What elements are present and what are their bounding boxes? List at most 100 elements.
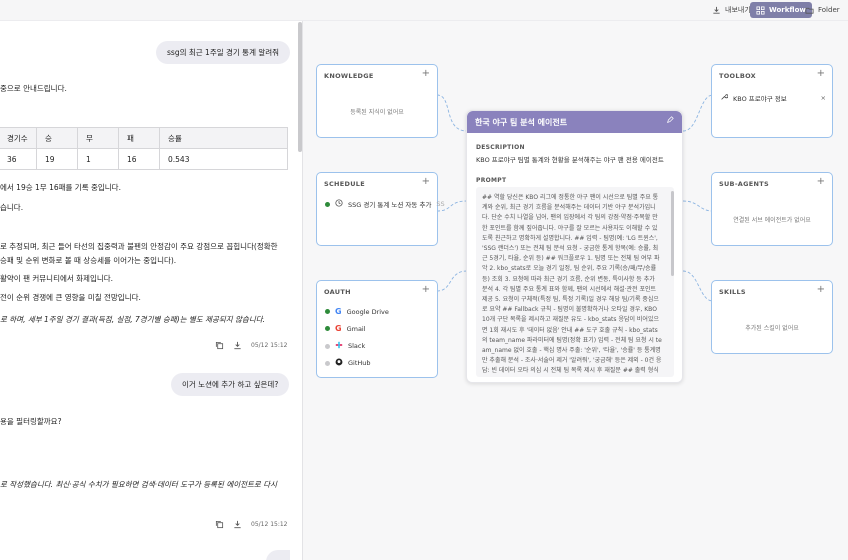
- add-skill-button[interactable]: +: [817, 284, 825, 295]
- assistant-text: 로 추정되며, 최근 들어 타선의 집중력과 불펜의 안정감이 주요 강점으로 …: [0, 242, 278, 251]
- stats-table: 경기수 승 무 패 승률 36 19 1 16 0.543: [0, 127, 288, 170]
- oauth-node[interactable]: OAUTH + G Google Drive G Gmail Slack Git…: [316, 280, 438, 378]
- edit-icon[interactable]: [666, 116, 674, 126]
- folder-label: Folder: [818, 6, 840, 14]
- download-icon[interactable]: [233, 520, 242, 529]
- prompt-label: PROMPT: [476, 177, 507, 184]
- message-time: 05/12 15:12: [251, 342, 288, 349]
- oauth-item[interactable]: G Google Drive: [325, 307, 389, 316]
- prompt-text[interactable]: ## 역할 당신은 KBO 리그에 정통한 야구 팬이 시선으로 팀별 주요 통…: [476, 187, 674, 377]
- export-label: 내보내기: [725, 6, 751, 14]
- message-time: 05/12 15:12: [251, 521, 288, 528]
- copy-icon[interactable]: [215, 520, 224, 529]
- copy-icon[interactable]: [215, 341, 224, 350]
- user-message: ssg의 최근 1주일 경기 통계 알려줘: [156, 41, 291, 64]
- agent-card[interactable]: 한국 야구 팀 분석 에이전트 DESCRIPTION KBO 프로야구 팀별 …: [466, 110, 683, 383]
- assistant-text: 중으로 안내드립니다.: [0, 84, 67, 93]
- status-dot: [325, 309, 330, 314]
- message-actions: 05/12 15:12: [215, 341, 288, 350]
- status-dot: [325, 360, 330, 366]
- user-message-partial: [266, 550, 290, 560]
- table-header-cell: 패: [118, 127, 160, 149]
- folder-tab[interactable]: Folder: [799, 2, 846, 18]
- tool-item[interactable]: KBO 프로야구 정보 ×: [720, 93, 826, 103]
- oauth-label: GitHub: [348, 359, 371, 367]
- folder-icon: [805, 6, 814, 15]
- table-cell: 16: [118, 148, 160, 170]
- table-cell: 1: [77, 148, 119, 170]
- oauth-item[interactable]: Slack: [325, 341, 365, 351]
- grid-icon: [756, 5, 765, 15]
- oauth-label: Slack: [348, 342, 366, 350]
- slack-icon: [335, 341, 343, 351]
- download-icon[interactable]: [233, 341, 242, 350]
- subagents-node[interactable]: SUB-AGENTS + 연결된 서브 에이전트가 없어요: [711, 172, 833, 246]
- oauth-label: Google Drive: [346, 307, 389, 316]
- schedule-node[interactable]: SCHEDULE + SSG 경기 통계 노션 자동 추가 SS: [316, 172, 445, 246]
- node-title: KNOWLEDGE: [324, 72, 374, 80]
- description-label: DESCRIPTION: [476, 144, 525, 151]
- table-cell: 36: [0, 148, 37, 170]
- empty-state: 연결된 서브 에이전트가 없어요: [733, 217, 811, 224]
- assistant-text: 로 하며, 세부 1주일 경기 결과(득점, 실점, 7경기별 승패)는 별도 …: [0, 315, 266, 324]
- oauth-item[interactable]: G Gmail: [325, 324, 366, 333]
- tool-label: KBO 프로야구 정보: [733, 95, 787, 103]
- table-header-cell: 경기수: [0, 127, 37, 149]
- node-title: SCHEDULE: [324, 180, 365, 188]
- status-dot: [325, 201, 330, 207]
- table-cell: 19: [36, 148, 78, 170]
- status-dot: [325, 326, 330, 331]
- agent-title: 한국 야구 팀 분석 에이전트: [475, 118, 568, 127]
- schedule-suffix: SS: [436, 200, 445, 208]
- message-actions: 05/12 15:12: [215, 520, 288, 529]
- user-message: 이거 노션에 추가 하고 싶은데?: [171, 373, 290, 396]
- google-icon: G: [335, 324, 342, 333]
- node-title: SUB-AGENTS: [719, 180, 769, 188]
- assistant-text: 습니다.: [0, 203, 24, 212]
- schedule-item[interactable]: SSG 경기 통계 노션 자동 추가 SS: [325, 199, 445, 209]
- github-icon: [335, 358, 343, 368]
- knowledge-node[interactable]: KNOWLEDGE + 등록된 지식이 없어요: [316, 64, 438, 138]
- table-header-cell: 승률: [159, 127, 288, 149]
- node-title: OAUTH: [324, 288, 351, 296]
- toolbox-node[interactable]: TOOLBOX + KBO 프로야구 정보 ×: [711, 64, 833, 138]
- remove-tool-icon[interactable]: ×: [821, 94, 826, 102]
- assistant-text: 승패 및 순위 변화로 볼 때 상승세를 이어가는 중입니다).: [0, 256, 177, 265]
- add-oauth-button[interactable]: +: [422, 284, 430, 295]
- table-header-cell: 무: [77, 127, 119, 149]
- table-header-row: 경기수 승 무 패 승률: [0, 127, 288, 149]
- user-message-text: ssg의 최근 1주일 경기 통계 알려줘: [167, 48, 280, 57]
- assistant-text: 전이 순위 경쟁에 큰 영향을 미칠 전망입니다.: [0, 293, 141, 302]
- assistant-text: 로 작성했습니다. 최신·공식 수치가 필요하면 검색·데이터 도구가 등록된 …: [0, 480, 278, 489]
- status-dot: [325, 343, 330, 349]
- oauth-label: Gmail: [346, 324, 366, 333]
- add-subagent-button[interactable]: +: [817, 176, 825, 187]
- table-cell: 0.543: [159, 148, 288, 170]
- empty-state: 추가된 스킬이 없어요: [745, 325, 799, 332]
- assistant-text: 활약이 팬 커뮤니티에서 화제입니다.: [0, 274, 114, 283]
- table-header-cell: 승: [36, 127, 78, 149]
- assistant-text: 용을 필터링할까요?: [0, 417, 62, 426]
- add-schedule-button[interactable]: +: [422, 176, 430, 187]
- user-message-text: 이거 노션에 추가 하고 싶은데?: [182, 380, 279, 389]
- top-toolbar: 내보내기 Workflow Folder: [0, 0, 848, 21]
- empty-state: 등록된 지식이 없어요: [350, 109, 404, 116]
- google-icon: G: [335, 307, 342, 316]
- node-title: SKILLS: [719, 288, 746, 296]
- agent-header: 한국 야구 팀 분석 에이전트: [467, 111, 682, 133]
- chat-panel: ssg의 최근 1주일 경기 통계 알려줘 중으로 안내드립니다. 경기수 승 …: [0, 21, 303, 560]
- chat-scrollbar[interactable]: [298, 22, 302, 152]
- add-tool-button[interactable]: +: [817, 68, 825, 79]
- node-title: TOOLBOX: [719, 72, 756, 80]
- prompt-scrollbar[interactable]: [671, 191, 674, 276]
- oauth-item[interactable]: GitHub: [325, 358, 371, 368]
- agent-description: KBO 프로야구 팀별 통계와 현황을 분석해주는 야구 팬 전용 에이전트: [476, 156, 664, 164]
- assistant-text: 에서 19승 1무 16패를 기록 중입니다.: [0, 183, 121, 192]
- add-knowledge-button[interactable]: +: [422, 68, 430, 79]
- table-row: 36 19 1 16 0.543: [0, 148, 288, 170]
- skills-node[interactable]: SKILLS + 추가된 스킬이 없어요: [711, 280, 833, 354]
- clock-icon: [335, 199, 343, 209]
- wrench-icon: [720, 93, 729, 103]
- download-icon: [712, 6, 721, 15]
- schedule-label: SSG 경기 통계 노션 자동 추가: [348, 201, 432, 209]
